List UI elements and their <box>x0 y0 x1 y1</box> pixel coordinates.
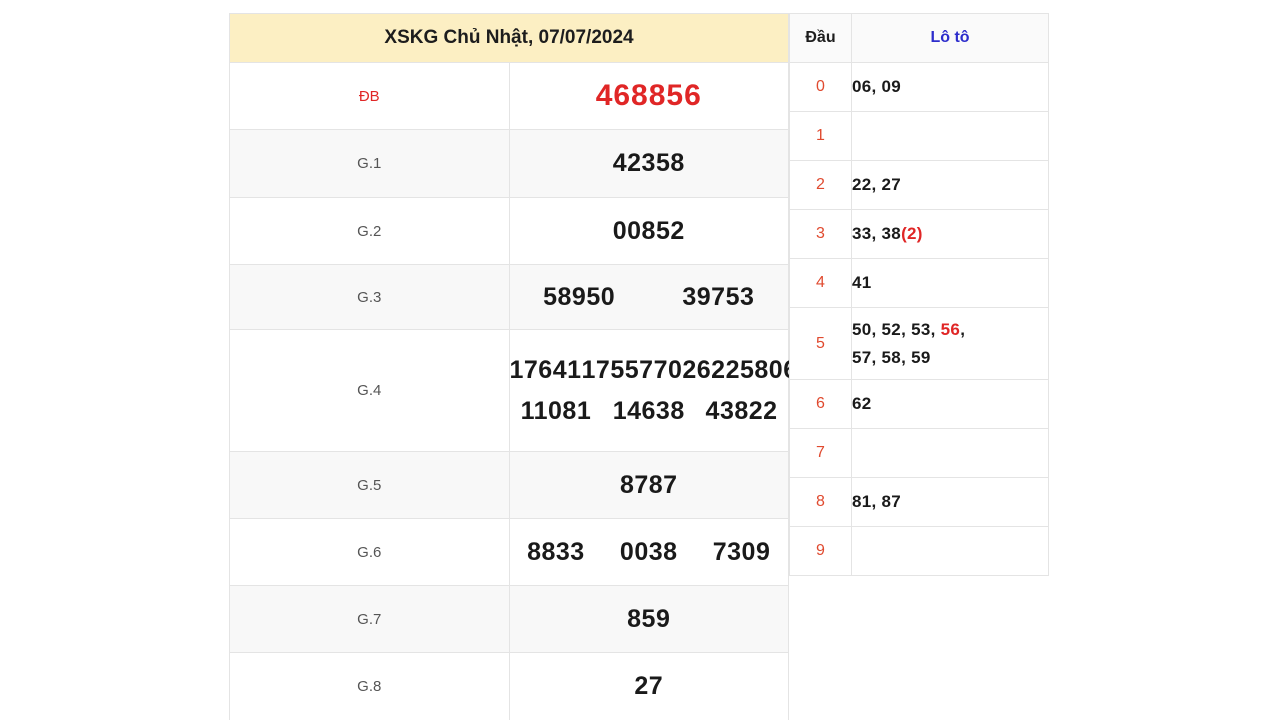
loto-row-8: 8 81, 87 <box>789 477 1049 527</box>
loto-numbers: 50, 52, 53, 56, 57, 58, 59 <box>851 307 1049 380</box>
loto-header-loto: Lô tô <box>851 13 1049 63</box>
prize-number: 14638 <box>612 396 685 425</box>
loto-plain: 33, 38 <box>852 224 902 243</box>
prize-values-g1: 42358 <box>508 129 789 198</box>
loto-numbers: 81, 87 <box>851 477 1049 527</box>
prize-values-db: 468856 <box>508 62 789 130</box>
prize-label-g3: G.3 <box>229 264 510 330</box>
prize-number: 25806 <box>725 355 798 384</box>
prize-number: 70262 <box>653 355 726 384</box>
loto-plain: 62 <box>852 394 872 413</box>
loto-header-row: Đầu Lô tô <box>789 13 1049 63</box>
loto-numbers <box>851 428 1049 478</box>
loto-dau-digit: 7 <box>789 428 852 478</box>
prize-number: 0038 <box>619 537 678 566</box>
loto-dau-digit: 3 <box>789 209 852 259</box>
loto-plain: 81, 87 <box>852 492 902 511</box>
loto-row-2: 2 22, 27 <box>789 160 1049 210</box>
prize-number: 27 <box>634 672 664 700</box>
loto-numbers: 62 <box>851 379 1049 429</box>
prize-values-g8: 27 <box>508 652 789 720</box>
loto-dau-digit: 5 <box>789 307 852 380</box>
prize-values-g4: 17641 17557 70262 25806 11081 14638 4382… <box>508 329 797 452</box>
loto-dau-digit: 2 <box>789 160 852 210</box>
prize-number: 7309 <box>712 537 771 566</box>
prize-number: 39753 <box>682 282 755 311</box>
loto-row-3: 3 33, 38(2) <box>789 209 1049 259</box>
loto-numbers <box>851 111 1049 161</box>
page-title: XSKG Chủ Nhật, 07/07/2024 <box>229 13 789 63</box>
prize-number: 17641 <box>509 355 582 384</box>
prize-label-g5: G.5 <box>229 451 510 519</box>
loto-plain: 22, 27 <box>852 175 902 194</box>
prize-label-db: ĐB <box>229 62 510 130</box>
loto-row-5: 5 50, 52, 53, 56, 57, 58, 59 <box>789 307 1049 380</box>
loto-dau-digit: 8 <box>789 477 852 527</box>
prize-values-g2: 00852 <box>508 197 789 265</box>
loto-table: Đầu Lô tô 0 06, 09 1 2 22, 27 3 33, 38(2… <box>789 13 1049 576</box>
loto-dau-digit: 9 <box>789 526 852 576</box>
loto-highlight: 56 <box>940 319 961 339</box>
lottery-result-page: XSKG Chủ Nhật, 07/07/2024 ĐB 468856 G.1 … <box>0 0 1280 720</box>
prize-number: 42358 <box>612 149 685 177</box>
loto-numbers: 06, 09 <box>851 62 1049 112</box>
prize-label-g2: G.2 <box>229 197 510 265</box>
prize-row-g4: G.4 17641 17557 70262 25806 11081 14638 … <box>229 329 797 452</box>
prize-row-g3: G.3 58950 39753 <box>229 264 789 330</box>
prize-row-g2: G.2 00852 <box>229 197 789 265</box>
prize-number: 43822 <box>705 396 778 425</box>
prize-number: 17557 <box>581 355 654 384</box>
loto-dau-digit: 1 <box>789 111 852 161</box>
prize-label-g4: G.4 <box>229 329 510 452</box>
loto-row-6: 6 62 <box>789 379 1049 429</box>
prize-label-g1: G.1 <box>229 129 510 198</box>
loto-numbers: 33, 38(2) <box>851 209 1049 259</box>
prize-values-g3: 58950 39753 <box>508 264 789 330</box>
loto-row-1: 1 <box>789 111 1049 161</box>
loto-plain: 41 <box>852 273 872 292</box>
loto-numbers: 41 <box>851 258 1049 308</box>
prize-label-g7: G.7 <box>229 585 510 653</box>
prize-number: 8833 <box>527 537 585 566</box>
loto-tail: , <box>960 319 966 339</box>
prize-number: 00852 <box>612 216 685 245</box>
loto-line2: 57, 58, 59 <box>852 347 931 367</box>
prize-label-g8: G.8 <box>229 652 510 720</box>
loto-dau-digit: 6 <box>789 379 852 429</box>
prize-row-g6: G.6 8833 0038 7309 <box>229 518 789 586</box>
prize-row-g7: G.7 859 <box>229 585 789 653</box>
loto-plain: 06, 09 <box>852 77 902 96</box>
loto-dau-digit: 0 <box>789 62 852 112</box>
prize-row-g5: G.5 8787 <box>229 451 789 519</box>
loto-numbers <box>851 526 1049 576</box>
prize-row-db: ĐB 468856 <box>229 62 789 130</box>
prize-number: 58950 <box>543 282 616 311</box>
prize-number: 11081 <box>520 396 592 425</box>
loto-row-7: 7 <box>789 428 1049 478</box>
prize-number: 859 <box>627 604 671 633</box>
loto-row-0: 0 06, 09 <box>789 62 1049 112</box>
prize-label-g6: G.6 <box>229 518 510 586</box>
prize-number: 468856 <box>595 79 702 112</box>
loto-dau-digit: 4 <box>789 258 852 308</box>
prize-values-g7: 859 <box>508 585 789 653</box>
loto-plain: 50, 52, 53, <box>852 319 941 339</box>
prize-row-g8: G.8 27 <box>229 652 789 720</box>
prize-row-g1: G.1 42358 <box>229 129 789 198</box>
lottery-results-table: XSKG Chủ Nhật, 07/07/2024 ĐB 468856 G.1 … <box>229 13 797 720</box>
prize-number: 8787 <box>619 470 678 499</box>
loto-row-9: 9 <box>789 526 1049 576</box>
results-title-row: XSKG Chủ Nhật, 07/07/2024 <box>229 13 789 63</box>
loto-row-4: 4 41 <box>789 258 1049 308</box>
prize-values-g5: 8787 <box>508 451 789 519</box>
loto-highlight: (2) <box>901 224 923 243</box>
prize-values-g6: 8833 0038 7309 <box>508 518 789 586</box>
loto-numbers: 22, 27 <box>851 160 1049 210</box>
loto-header-dau: Đầu <box>789 13 852 63</box>
